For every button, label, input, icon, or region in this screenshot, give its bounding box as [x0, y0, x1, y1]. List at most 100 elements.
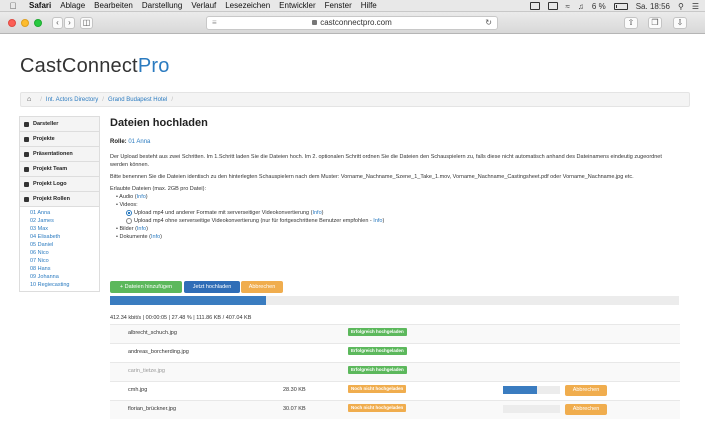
apple-icon[interactable]:  — [6, 1, 20, 11]
sidebar-toggle-icon[interactable]: ◫ — [80, 17, 93, 29]
sidebar-item-projekt-team[interactable]: Projekt Team — [19, 161, 100, 176]
file-name: andreas_borcherding.jpg — [128, 349, 189, 355]
sidebar-item-praesentationen[interactable]: Präsentationen — [19, 146, 100, 161]
menu-lesezeichen[interactable]: Lesezeichen — [225, 1, 270, 10]
sidebar-item-projekt-logo[interactable]: Projekt Logo — [19, 176, 100, 191]
reader-icon[interactable]: ≡ — [212, 17, 217, 29]
menu-safari[interactable]: Safari — [29, 1, 51, 10]
status-badge: Erfolgreich hochgeladen — [348, 328, 407, 336]
role-link[interactable]: 01 Anna — [30, 209, 99, 217]
file-name: florian_brückner.jpg — [128, 406, 177, 412]
overall-progress-bar — [110, 296, 679, 305]
file-row: cmh.jpg 28.30 KB Noch nicht hochgeladen Abb… — [110, 381, 680, 400]
cancel-all-button[interactable]: Abbrechen — [241, 281, 283, 293]
sidebar-item-label: Projekt Rollen — [33, 196, 70, 202]
file-progress-bar — [503, 405, 560, 413]
file-progress-fill — [503, 386, 538, 394]
tabs-icon[interactable]: ❐ — [648, 17, 662, 29]
role-value[interactable]: 01 Anna — [128, 139, 150, 145]
allowed-videos: • Videos: — [116, 202, 138, 208]
role-link[interactable]: 09 Johanna — [30, 273, 99, 281]
spotlight-icon[interactable]: ⚲ — [678, 2, 684, 11]
volume-icon[interactable]: ♫ — [578, 2, 584, 11]
role-link[interactable]: 08 Hans — [30, 265, 99, 273]
allowed-audio: • Audio (Info) — [116, 194, 148, 200]
file-table: albrecht_schuch.jpg Erfolgreich hochgelad… — [110, 324, 680, 419]
video-convert-info-link[interactable]: Info — [312, 210, 321, 216]
upload-now-button[interactable]: Jetzt hochladen — [184, 281, 240, 293]
role-link[interactable]: 10 Regiecasting — [30, 281, 99, 289]
menu-hilfe[interactable]: Hilfe — [361, 1, 377, 10]
sidebar-item-projekt-rollen[interactable]: Projekt Rollen — [19, 191, 100, 206]
address-bar[interactable]: ≡ castconnectpro.com ↻ — [206, 16, 498, 30]
close-window-button[interactable] — [8, 19, 16, 27]
team-icon — [24, 166, 29, 172]
menu-verlauf[interactable]: Verlauf — [191, 1, 216, 10]
maximize-window-button[interactable] — [34, 19, 42, 27]
role-link[interactable]: 07 Nico — [30, 257, 99, 265]
role-link[interactable]: 05 Daniel — [30, 241, 99, 249]
breadcrumb-project[interactable]: Grand Budapest Hotel — [108, 97, 167, 103]
breadcrumb-directory[interactable]: Int. Actors Directory — [46, 97, 98, 103]
menu-fenster[interactable]: Fenster — [325, 1, 352, 10]
share-icon[interactable]: ⇧ — [624, 17, 638, 29]
sidebar-item-label: Präsentationen — [33, 151, 73, 157]
menu-list-icon[interactable]: ☰ — [692, 2, 699, 11]
breadcrumb-separator: / — [171, 96, 173, 103]
minimize-window-button[interactable] — [21, 19, 29, 27]
sidebar-item-projekte[interactable]: Projekte — [19, 131, 100, 146]
file-cancel-button[interactable]: Abbrechen — [565, 385, 607, 396]
wifi-icon[interactable]: ≈ — [566, 2, 570, 11]
back-button[interactable]: ‹ — [52, 17, 63, 29]
file-row: albrecht_schuch.jpg Erfolgreich hochgelad… — [110, 324, 680, 343]
audio-label: Audio — [119, 194, 134, 200]
file-progress-bar — [503, 386, 560, 394]
role-link[interactable]: 04 Elisabeth — [30, 233, 99, 241]
forward-button[interactable]: › — [64, 17, 75, 29]
site-logo[interactable]: CastConnectPro — [20, 55, 170, 78]
file-name: cmh.jpg — [128, 387, 148, 393]
battery-icon[interactable] — [613, 2, 628, 10]
role-link[interactable]: 03 Max — [30, 225, 99, 233]
menu-darstellung[interactable]: Darstellung — [142, 1, 182, 10]
role-link[interactable]: 06 Nico — [30, 249, 99, 257]
paren: ) — [146, 226, 148, 232]
allowed-images: • Bilder (Info) — [116, 226, 148, 232]
radio-noconvert[interactable] — [126, 217, 132, 224]
file-cancel-button[interactable]: Abbrechen — [565, 404, 607, 415]
clock[interactable]: Sa. 18:56 — [636, 2, 670, 11]
menu-ablage[interactable]: Ablage — [60, 1, 85, 10]
paren: ) — [145, 194, 148, 200]
video-option-convert[interactable]: Upload mp4 und anderer Formate mit serve… — [110, 209, 680, 217]
file-name: carin_tietze.jpg — [128, 368, 165, 374]
allowed-files-heading: Erlaubte Dateien (max. 2GB pro Datei): — [110, 186, 206, 192]
menubar-status: ≈ ♫ 6 % Sa. 18:56 ⚲ ☰ — [529, 0, 699, 12]
role-link[interactable]: 02 James — [30, 217, 99, 225]
sidebar: Darsteller Projekte Präsentationen Proje… — [19, 116, 100, 292]
screen-icon[interactable] — [529, 2, 540, 10]
audio-info-link[interactable]: Info — [137, 194, 146, 200]
menu-bearbeiten[interactable]: Bearbeiten — [94, 1, 133, 10]
status-badge: Erfolgreich hochgeladen — [348, 366, 407, 374]
main-content: Dateien hochladen Rolle: 01 Anna Der Upl… — [110, 117, 680, 241]
role-label: Rolle: — [110, 139, 127, 145]
battery-percent: 6 % — [591, 1, 606, 11]
extension-icon[interactable] — [547, 2, 558, 10]
radio-convert[interactable] — [126, 209, 132, 216]
sidebar-item-darsteller[interactable]: Darsteller — [19, 116, 100, 131]
images-label: Bilder — [119, 226, 134, 232]
images-info-link[interactable]: Info — [137, 226, 146, 232]
add-files-button[interactable]: + Dateien hinzufügen — [110, 281, 182, 293]
paren: ) — [160, 234, 163, 240]
downloads-icon[interactable]: ⇩ — [673, 17, 687, 29]
role-list: 01 Anna 02 James 03 Max 04 Elisabeth 05 … — [19, 206, 100, 292]
person-icon — [24, 196, 29, 202]
add-files-label: Dateien hinzufügen — [124, 284, 173, 290]
breadcrumb-separator: / — [102, 96, 104, 103]
menu-entwickler[interactable]: Entwickler — [279, 1, 315, 10]
home-icon[interactable]: ⌂ — [27, 96, 31, 103]
documents-info-link[interactable]: Info — [151, 234, 160, 240]
videos-label: Videos: — [119, 202, 138, 208]
video-option-noconvert[interactable]: Upload mp4 ohne serverseitige Videokonve… — [110, 217, 680, 225]
reload-icon[interactable]: ↻ — [485, 17, 492, 29]
